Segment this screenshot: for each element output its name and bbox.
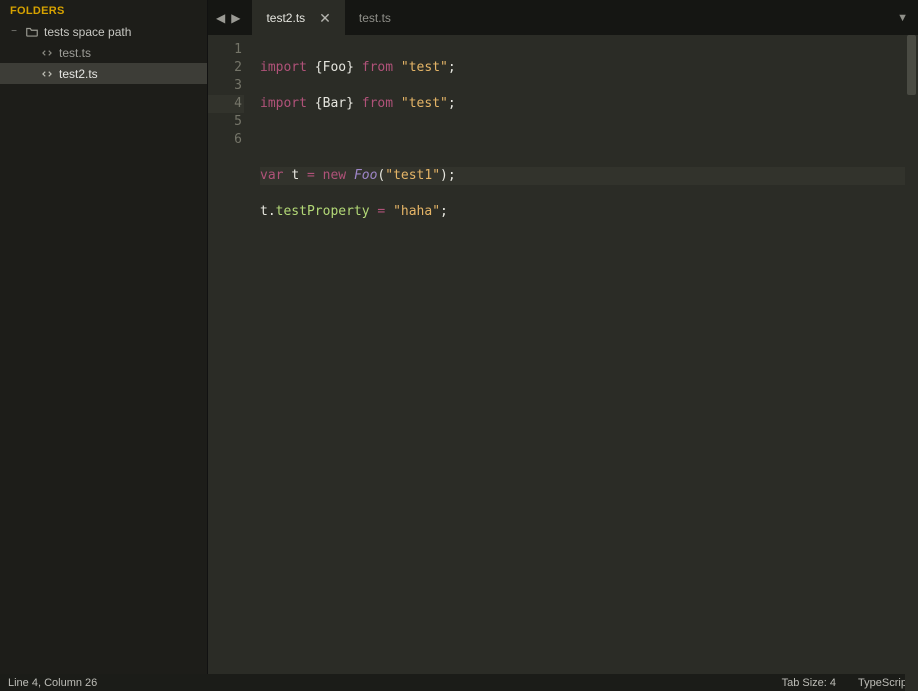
tree-file-label: test2.ts bbox=[59, 67, 98, 81]
tab-overflow-button[interactable]: ▼ bbox=[887, 0, 918, 35]
line-number: 1 bbox=[208, 41, 244, 59]
folder-open-icon bbox=[25, 25, 39, 39]
status-cursor-pos[interactable]: Line 4, Column 26 bbox=[8, 677, 97, 689]
status-bar: Line 4, Column 26 Tab Size: 4 TypeScript bbox=[0, 674, 918, 691]
close-icon[interactable]: ✕ bbox=[319, 11, 331, 25]
gutter: 1 2 3 4 5 6 bbox=[208, 41, 254, 674]
tree-file[interactable]: test2.ts bbox=[0, 63, 207, 84]
tab-next-icon[interactable]: ▶ bbox=[231, 12, 240, 24]
editor-body[interactable]: 1 2 3 4 5 6 import {Foo} from "test"; im… bbox=[208, 35, 918, 674]
code-line[interactable]: import {Foo} from "test"; bbox=[260, 59, 918, 77]
code-line[interactable] bbox=[260, 239, 918, 257]
tab-label: test2.ts bbox=[266, 11, 305, 25]
sidebar-header: FOLDERS bbox=[0, 0, 207, 21]
disclosure-icon[interactable]: − bbox=[8, 26, 20, 38]
tab-bar: ◀ ▶ test2.ts ✕ test.ts ✕ ▼ bbox=[208, 0, 918, 35]
tree-folder[interactable]: − tests space path bbox=[0, 21, 207, 42]
tree-folder-label: tests space path bbox=[44, 25, 131, 39]
line-number: 2 bbox=[208, 59, 244, 77]
line-number: 5 bbox=[208, 113, 244, 131]
tab-active[interactable]: test2.ts ✕ bbox=[252, 0, 344, 35]
status-tab-size[interactable]: Tab Size: 4 bbox=[782, 677, 836, 689]
code-line[interactable]: var t = new Foo("test1"); bbox=[260, 167, 918, 185]
code-line[interactable]: import {Bar} from "test"; bbox=[260, 95, 918, 113]
line-number: 4 bbox=[208, 95, 244, 113]
tab-nav: ◀ ▶ bbox=[208, 0, 252, 35]
code-lines[interactable]: import {Foo} from "test"; import {Bar} f… bbox=[254, 41, 918, 674]
code-line[interactable] bbox=[260, 131, 918, 149]
vertical-scrollbar[interactable] bbox=[905, 35, 918, 691]
code-file-icon bbox=[40, 67, 54, 81]
line-number: 3 bbox=[208, 77, 244, 95]
line-number: 6 bbox=[208, 131, 244, 149]
tab-label: test.ts bbox=[359, 11, 391, 25]
tab[interactable]: test.ts ✕ bbox=[345, 0, 431, 35]
folder-tree: − tests space path test.ts te bbox=[0, 21, 207, 84]
sidebar: FOLDERS − tests space path test.ts bbox=[0, 0, 208, 674]
tree-file-label: test.ts bbox=[59, 46, 91, 60]
code-file-icon bbox=[40, 46, 54, 60]
editor: ◀ ▶ test2.ts ✕ test.ts ✕ ▼ 1 2 3 bbox=[208, 0, 918, 674]
status-language[interactable]: TypeScript bbox=[858, 677, 910, 689]
scrollbar-thumb[interactable] bbox=[907, 35, 916, 95]
tab-prev-icon[interactable]: ◀ bbox=[216, 12, 225, 24]
tree-file[interactable]: test.ts bbox=[0, 42, 207, 63]
code-line[interactable]: t.testProperty = "haha"; bbox=[260, 203, 918, 221]
